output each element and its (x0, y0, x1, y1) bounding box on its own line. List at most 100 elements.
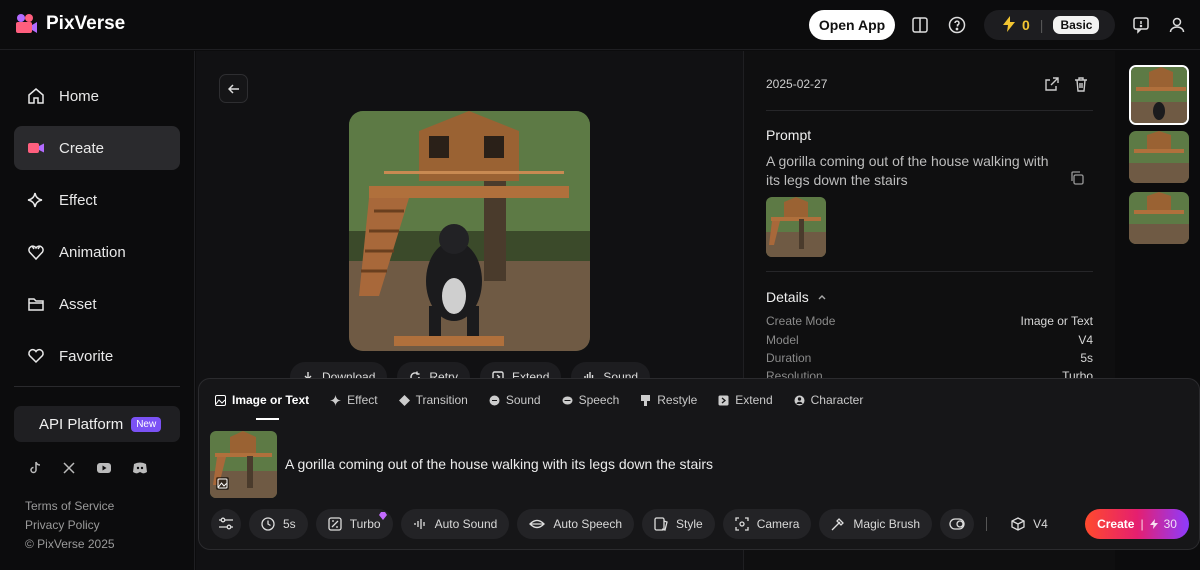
history-thumbnail[interactable] (1129, 131, 1189, 183)
tiktok-icon[interactable] (28, 461, 42, 475)
plan-badge: Basic (1053, 16, 1100, 34)
lightning-icon (1149, 519, 1158, 529)
duration-label: 5s (283, 517, 296, 531)
sidebar: Home Create Effect Animation Asset Favor… (0, 51, 195, 570)
quality-selector[interactable]: Turbo (315, 509, 393, 539)
tab-label: Character (810, 393, 864, 407)
model-label: V4 (1033, 517, 1048, 531)
tab-label: Image or Text (232, 393, 310, 407)
privacy-link[interactable]: Privacy Policy (25, 518, 100, 532)
copy-icon[interactable] (1069, 170, 1085, 191)
prompt-input[interactable]: A gorilla coming out of the house walkin… (285, 456, 713, 472)
tab-transition[interactable]: Transition (398, 393, 468, 407)
youtube-icon[interactable] (96, 461, 112, 475)
credits-count: 0 (1022, 17, 1030, 33)
feedback-icon[interactable] (1130, 14, 1152, 36)
tab-label: Effect (347, 393, 378, 407)
extend-icon (718, 395, 729, 405)
quality-icon (328, 517, 342, 531)
tab-speech[interactable]: Speech (562, 393, 619, 407)
created-date: 2025-02-27 (766, 77, 828, 91)
duration-selector[interactable]: 5s (249, 509, 308, 539)
model-selector[interactable]: V4 (999, 509, 1060, 539)
active-tab-indicator (256, 418, 279, 420)
brand-name: PixVerse (46, 13, 126, 34)
x-twitter-icon[interactable] (62, 461, 76, 475)
detail-row-duration: Duration 5s (766, 351, 1093, 365)
tab-character[interactable]: Character (794, 393, 864, 407)
home-icon (28, 88, 44, 104)
details-toggle[interactable]: Details (766, 289, 827, 305)
gorilla-treehouse-image (349, 111, 590, 351)
settings-button[interactable] (211, 509, 241, 539)
sparkle-icon (27, 192, 43, 208)
api-platform-label: API Platform (39, 415, 124, 433)
more-options-button[interactable] (940, 509, 975, 539)
auto-sound-toggle[interactable]: Auto Sound (400, 509, 510, 539)
tab-label: Restyle (657, 393, 698, 407)
sidebar-item-home[interactable]: Home (14, 74, 180, 118)
user-icon[interactable] (1166, 14, 1188, 36)
open-app-button[interactable]: Open App (809, 10, 895, 40)
prompt-image-thumbnail[interactable] (766, 197, 826, 257)
sliders-icon (219, 517, 233, 530)
create-button[interactable]: Create | 30 (1085, 509, 1189, 539)
discord-icon[interactable] (132, 461, 148, 475)
pixverse-logo-icon (14, 12, 38, 36)
tab-restyle[interactable]: Restyle (640, 393, 697, 407)
share-icon[interactable] (1044, 76, 1060, 97)
back-button[interactable] (219, 74, 248, 103)
auto-speech-toggle[interactable]: Auto Speech (517, 509, 635, 539)
help-icon[interactable] (946, 14, 968, 36)
create-cost: 30 (1163, 517, 1177, 531)
magic-brush-button[interactable]: Magic Brush (819, 509, 933, 539)
sidebar-item-animation[interactable]: Animation (14, 230, 180, 274)
credits-pill[interactable]: 0 | Basic (984, 10, 1115, 40)
sidebar-item-label: Create (59, 139, 105, 157)
new-badge: New (131, 416, 162, 432)
tab-extend[interactable]: Extend (718, 393, 773, 407)
brush-icon (641, 394, 651, 406)
style-button[interactable]: Style (642, 509, 715, 539)
arrow-left-icon (227, 83, 239, 94)
sound-icon (413, 519, 425, 529)
transition-icon (398, 394, 410, 406)
create-label: Create (1097, 517, 1135, 531)
sidebar-divider (14, 386, 180, 387)
sidebar-item-create[interactable]: Create (14, 126, 180, 170)
quality-label: Turbo (349, 517, 381, 531)
sidebar-item-asset[interactable]: Asset (14, 282, 180, 326)
sparkle-icon (330, 394, 342, 406)
copyright-text: © PixVerse 2025 (25, 537, 115, 551)
sidebar-item-effect[interactable]: Effect (14, 178, 180, 222)
credits-divider: | (1039, 17, 1044, 33)
create-divider: | (1140, 517, 1144, 531)
lightning-icon (1002, 15, 1016, 35)
tab-image-or-text[interactable]: Image or Text (215, 393, 309, 407)
book-icon[interactable] (909, 14, 931, 36)
uploaded-image-thumbnail[interactable] (210, 431, 277, 498)
details-heading: Details (766, 289, 809, 305)
brand-logo[interactable]: PixVerse (14, 12, 125, 36)
trash-icon[interactable] (1073, 76, 1089, 97)
image-icon (215, 394, 226, 406)
sidebar-item-label: Home (59, 87, 100, 105)
chevron-up-icon (818, 295, 826, 300)
character-icon (794, 395, 805, 405)
tab-label: Transition (415, 393, 468, 407)
cube-icon (1011, 517, 1025, 531)
tab-effect[interactable]: Effect (330, 393, 378, 407)
camera-button[interactable]: Camera (722, 509, 812, 539)
camera-label: Camera (756, 517, 800, 531)
sidebar-item-label: Asset (59, 295, 97, 313)
tab-sound[interactable]: Sound (489, 393, 541, 407)
speech-icon (562, 396, 573, 404)
sidebar-item-favorite[interactable]: Favorite (14, 334, 180, 378)
history-thumbnail[interactable] (1129, 65, 1189, 125)
clock-icon (261, 517, 275, 531)
terms-link[interactable]: Terms of Service (25, 499, 114, 513)
video-preview[interactable] (349, 111, 590, 351)
style-icon (654, 517, 668, 531)
api-platform-button[interactable]: API Platform New (14, 406, 180, 442)
history-thumbnail[interactable] (1129, 192, 1189, 244)
